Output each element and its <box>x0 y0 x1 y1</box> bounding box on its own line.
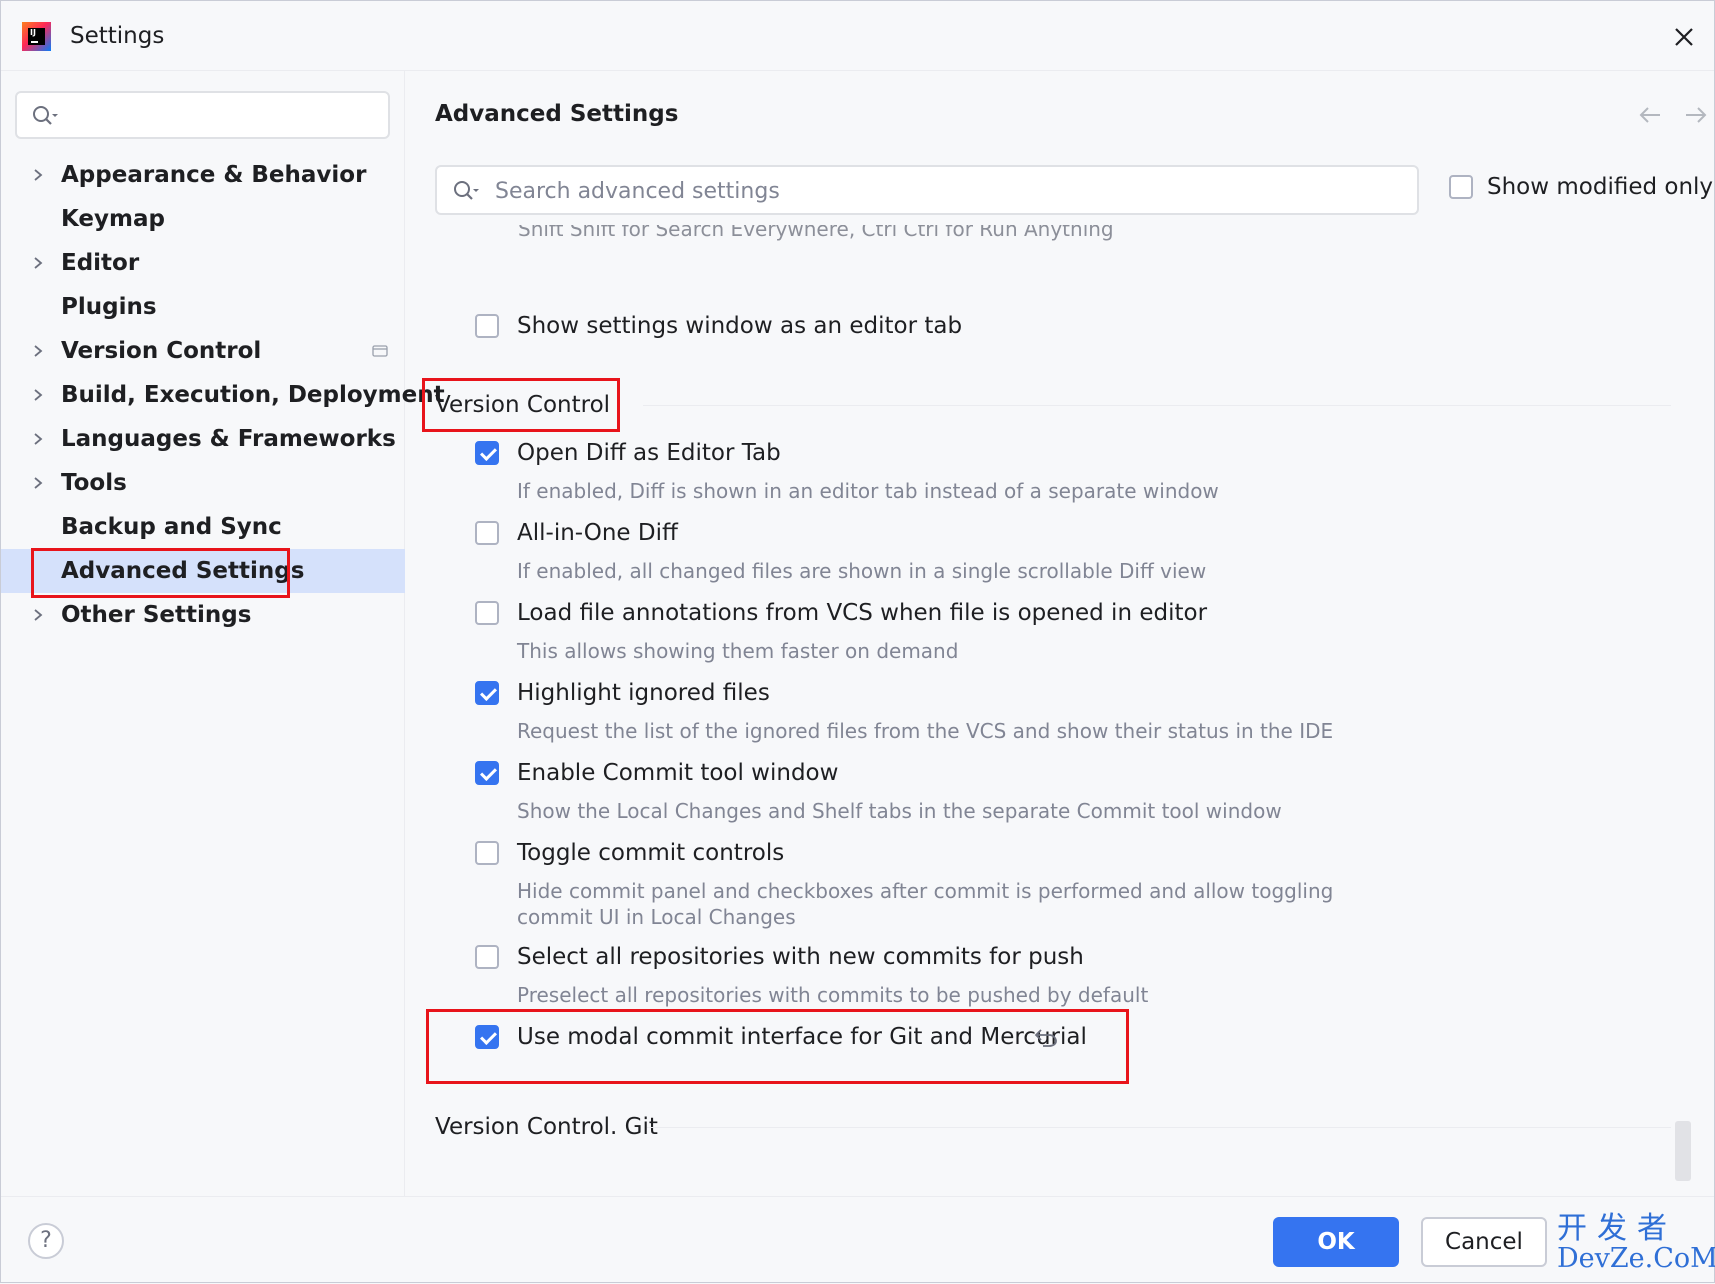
sidebar-item-label: Build, Execution, Deployment <box>61 382 445 408</box>
option-description: If enabled, all changed files are shown … <box>517 559 1207 583</box>
help-icon: ? <box>40 1228 52 1253</box>
sidebar-item-other-settings[interactable]: Other Settings <box>1 593 405 637</box>
advanced-settings-search[interactable] <box>435 165 1419 215</box>
option-label: All-in-One Diff <box>517 520 678 546</box>
scrollbar-thumb[interactable] <box>1675 1121 1691 1181</box>
section-title: Version Control. Git <box>435 1114 658 1140</box>
sidebar-item-tools[interactable]: Tools <box>1 461 405 505</box>
help-button[interactable]: ? <box>28 1223 64 1259</box>
vcs-project-icon <box>372 345 388 357</box>
revert-icon[interactable] <box>1033 1026 1059 1050</box>
option-checkbox[interactable] <box>475 681 499 705</box>
option-label: Use modal commit interface for Git and M… <box>517 1024 1087 1050</box>
close-icon <box>1675 28 1693 46</box>
option-checkbox[interactable] <box>475 314 499 338</box>
watermark-top: 开发者 <box>1557 1211 1677 1246</box>
option-description: Show the Local Changes and Shelf tabs in… <box>517 799 1282 823</box>
section-divider <box>647 1127 1671 1128</box>
chevron-right-icon[interactable] <box>31 344 45 358</box>
sidebar-item-advanced-settings[interactable]: Advanced Settings <box>1 549 405 593</box>
sidebar-item-label: Other Settings <box>61 602 252 628</box>
sidebar-item-label: Advanced Settings <box>61 558 305 584</box>
search-icon <box>33 106 58 125</box>
option-description: Request the list of the ignored files fr… <box>517 719 1334 743</box>
section-header-version-control: Version Control <box>435 389 1671 421</box>
option-label: Load file annotations from VCS when file… <box>517 600 1208 626</box>
settings-sidebar: Appearance & Behavior Keymap Editor Plugins… <box>1 71 445 1196</box>
sidebar-item-label: Backup and Sync <box>61 514 282 540</box>
main-panel: Advanced Settings Show modified only Shi… <box>405 71 1715 1196</box>
option-checkbox[interactable] <box>475 441 499 465</box>
show-modified-only[interactable]: Show modified only <box>1449 174 1713 200</box>
sidebar-item-label: Appearance & Behavior <box>61 162 367 188</box>
sidebar-item-label: Keymap <box>61 206 165 232</box>
chevron-right-icon[interactable] <box>31 388 45 402</box>
section-title: Version Control <box>435 392 611 418</box>
sidebar-item-version-control[interactable]: Version Control <box>1 329 405 373</box>
option-label: Open Diff as Editor Tab <box>517 440 781 466</box>
settings-dialog: IJ Settings Appearance & Behavior Keymap E… <box>0 0 1715 1283</box>
sidebar-item-label: Editor <box>61 250 140 276</box>
chevron-right-icon[interactable] <box>31 608 45 622</box>
option-description: This allows showing them faster on deman… <box>517 639 959 663</box>
option-description: Hide commit panel and checkboxes after c… <box>517 879 1334 929</box>
window-title: Settings <box>70 23 165 49</box>
history-navigation <box>1636 101 1710 129</box>
search-icon <box>454 181 479 200</box>
sidebar-item-label: Tools <box>61 470 127 496</box>
option-description: Preselect all repositories with commits … <box>517 983 1149 1007</box>
option-label: Show settings window as an editor tab <box>517 313 963 339</box>
sidebar-item-backup-and-sync[interactable]: Backup and Sync <box>1 505 405 549</box>
show-modified-only-checkbox[interactable] <box>1449 175 1473 199</box>
sidebar-search-field[interactable] <box>15 91 390 139</box>
sidebar-item-appearance-behavior[interactable]: Appearance & Behavior <box>1 153 405 197</box>
back-arrow-icon[interactable] <box>1636 101 1664 129</box>
sidebar-item-keymap[interactable]: Keymap <box>1 197 405 241</box>
option-checkbox[interactable] <box>475 841 499 865</box>
advanced-settings-search-input[interactable] <box>493 175 1397 207</box>
chevron-right-icon[interactable] <box>31 168 45 182</box>
settings-scroll-area[interactable]: Shift Shift for Search Everywhere, Ctrl … <box>405 223 1715 1196</box>
show-modified-only-label: Show modified only <box>1487 174 1714 200</box>
chevron-right-icon[interactable] <box>31 256 45 270</box>
dialog-footer: ? OK Cancel 开发者 DevZe.CoM <box>1 1196 1715 1284</box>
settings-tree: Appearance & Behavior Keymap Editor Plugins… <box>1 153 445 637</box>
chevron-right-icon[interactable] <box>31 476 45 490</box>
sidebar-item-languages-frameworks[interactable]: Languages & Frameworks <box>1 417 405 461</box>
chevron-right-icon[interactable] <box>31 432 45 446</box>
option-label: Enable Commit tool window <box>517 760 839 786</box>
sidebar-item-plugins[interactable]: Plugins <box>1 285 405 329</box>
sidebar-item-label: Languages & Frameworks <box>61 426 396 452</box>
watermark-bottom: DevZe.CoM <box>1557 1243 1715 1274</box>
sidebar-item-label: Plugins <box>61 294 157 320</box>
page-title: Advanced Settings <box>435 101 679 127</box>
option-checkbox[interactable] <box>475 1025 499 1049</box>
option-checkbox[interactable] <box>475 521 499 545</box>
section-header-version-control-git: Version Control. Git <box>435 1111 1671 1143</box>
option-description: If enabled, Diff is shown in an editor t… <box>517 479 1219 503</box>
sidebar-item-build-execution-deployment[interactable]: Build, Execution, Deployment <box>1 373 445 417</box>
option-checkbox[interactable] <box>475 761 499 785</box>
clipped-description: Shift Shift for Search Everywhere, Ctrl … <box>518 223 1114 241</box>
ok-button[interactable]: OK <box>1273 1217 1399 1267</box>
option-label: Highlight ignored files <box>517 680 770 706</box>
close-button[interactable] <box>1668 21 1700 53</box>
cancel-button[interactable]: Cancel <box>1421 1217 1547 1267</box>
watermark-logo: 开发者 DevZe.CoM <box>1557 1211 1715 1275</box>
option-checkbox[interactable] <box>475 601 499 625</box>
section-divider <box>643 405 1671 406</box>
option-label: Select all repositories with new commits… <box>517 944 1084 970</box>
app-logo-icon: IJ <box>22 22 51 51</box>
sidebar-item-label: Version Control <box>61 338 262 364</box>
sidebar-item-editor[interactable]: Editor <box>1 241 405 285</box>
forward-arrow-icon[interactable] <box>1682 101 1710 129</box>
option-label: Toggle commit controls <box>517 840 785 866</box>
title-bar: IJ Settings <box>1 1 1714 71</box>
option-checkbox[interactable] <box>475 945 499 969</box>
